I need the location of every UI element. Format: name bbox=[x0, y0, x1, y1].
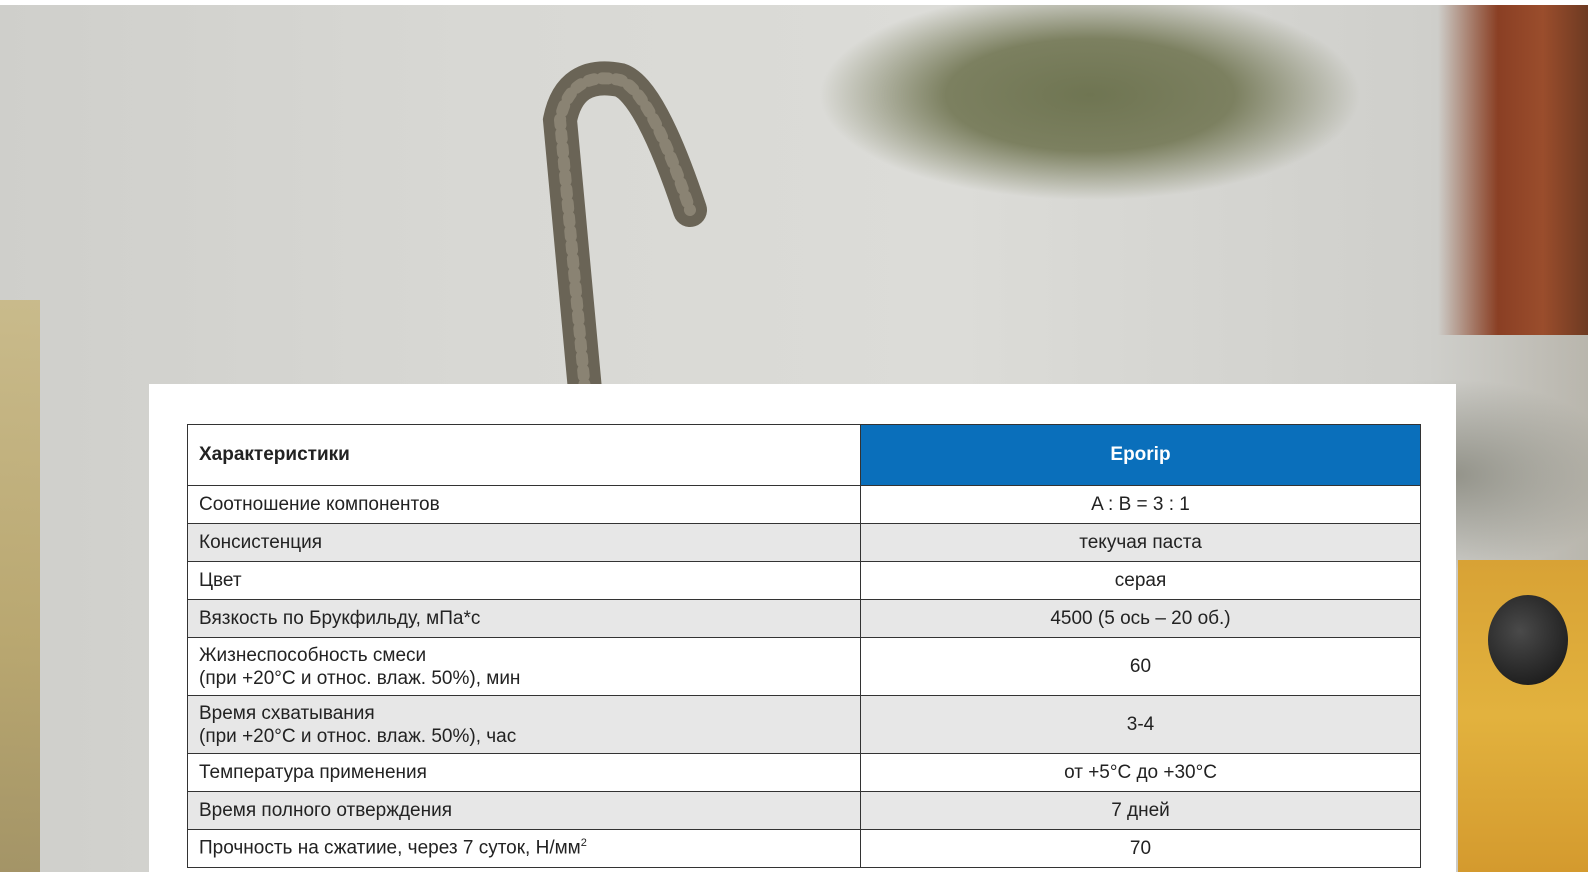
row-value: A : B = 3 : 1 bbox=[860, 485, 1421, 524]
row-value: 4500 (5 ось – 20 об.) bbox=[860, 599, 1421, 638]
table-row: Температура применения от +5°С до +30°С bbox=[187, 753, 1421, 792]
row-label: Время схватывания (при +20°С и относ. вл… bbox=[187, 695, 861, 754]
header-characteristics: Характеристики bbox=[187, 424, 861, 486]
table-row: Цвет серая bbox=[187, 561, 1421, 600]
row-label: Вязкость по Брукфильду, мПа*с bbox=[187, 599, 861, 638]
row-label-line2: (при +20°С и относ. влаж. 50%), час bbox=[199, 725, 517, 747]
table-row: Время полного отверждения 7 дней bbox=[187, 791, 1421, 830]
row-label-line2: (при +20°С и относ. влаж. 50%), мин bbox=[199, 667, 521, 689]
row-label: Температура применения bbox=[187, 753, 861, 792]
header-product: Eporip bbox=[860, 424, 1421, 486]
row-label: Консистенция bbox=[187, 523, 861, 562]
table-row: Время схватывания (при +20°С и относ. вл… bbox=[187, 695, 1421, 754]
table-row: Вязкость по Брукфильду, мПа*с 4500 (5 ос… bbox=[187, 599, 1421, 638]
table-header-row: Характеристики Eporip bbox=[187, 424, 1421, 486]
background-photo-knob bbox=[1488, 595, 1568, 685]
row-value: серая bbox=[860, 561, 1421, 600]
spec-card: Характеристики Eporip Соотношение компон… bbox=[149, 384, 1456, 872]
row-value: текучая паста bbox=[860, 523, 1421, 562]
row-label: Прочность на сжатиие, через 7 суток, Н/м… bbox=[187, 829, 861, 868]
table-row: Консистенция текучая паста bbox=[187, 523, 1421, 562]
table-row: Прочность на сжатиие, через 7 суток, Н/м… bbox=[187, 829, 1421, 868]
row-value: от +5°С до +30°С bbox=[860, 753, 1421, 792]
table-row: Жизнеспособность смеси (при +20°С и отно… bbox=[187, 637, 1421, 696]
row-label: Цвет bbox=[187, 561, 861, 600]
background-photo-rebar bbox=[542, 61, 707, 390]
row-value: 3-4 bbox=[860, 695, 1421, 754]
background-photo-left-edge bbox=[0, 300, 40, 872]
row-label-line1: Жизнеспособность смеси bbox=[199, 644, 427, 666]
row-value: 7 дней bbox=[860, 791, 1421, 830]
row-label: Жизнеспособность смеси (при +20°С и отно… bbox=[187, 637, 861, 696]
row-value: 70 bbox=[860, 829, 1421, 868]
row-label: Время полного отверждения bbox=[187, 791, 861, 830]
row-label-text: Прочность на сжатиие, через 7 суток, Н/м… bbox=[199, 837, 581, 859]
row-label: Соотношение компонентов bbox=[187, 485, 861, 524]
row-label-superscript: 2 bbox=[580, 837, 587, 850]
table-row: Соотношение компонентов A : B = 3 : 1 bbox=[187, 485, 1421, 524]
spec-table: Характеристики Eporip Соотношение компон… bbox=[187, 424, 1421, 868]
row-value: 60 bbox=[860, 637, 1421, 696]
background-photo-wood bbox=[1438, 5, 1588, 335]
row-label-line1: Время схватывания bbox=[199, 702, 375, 724]
